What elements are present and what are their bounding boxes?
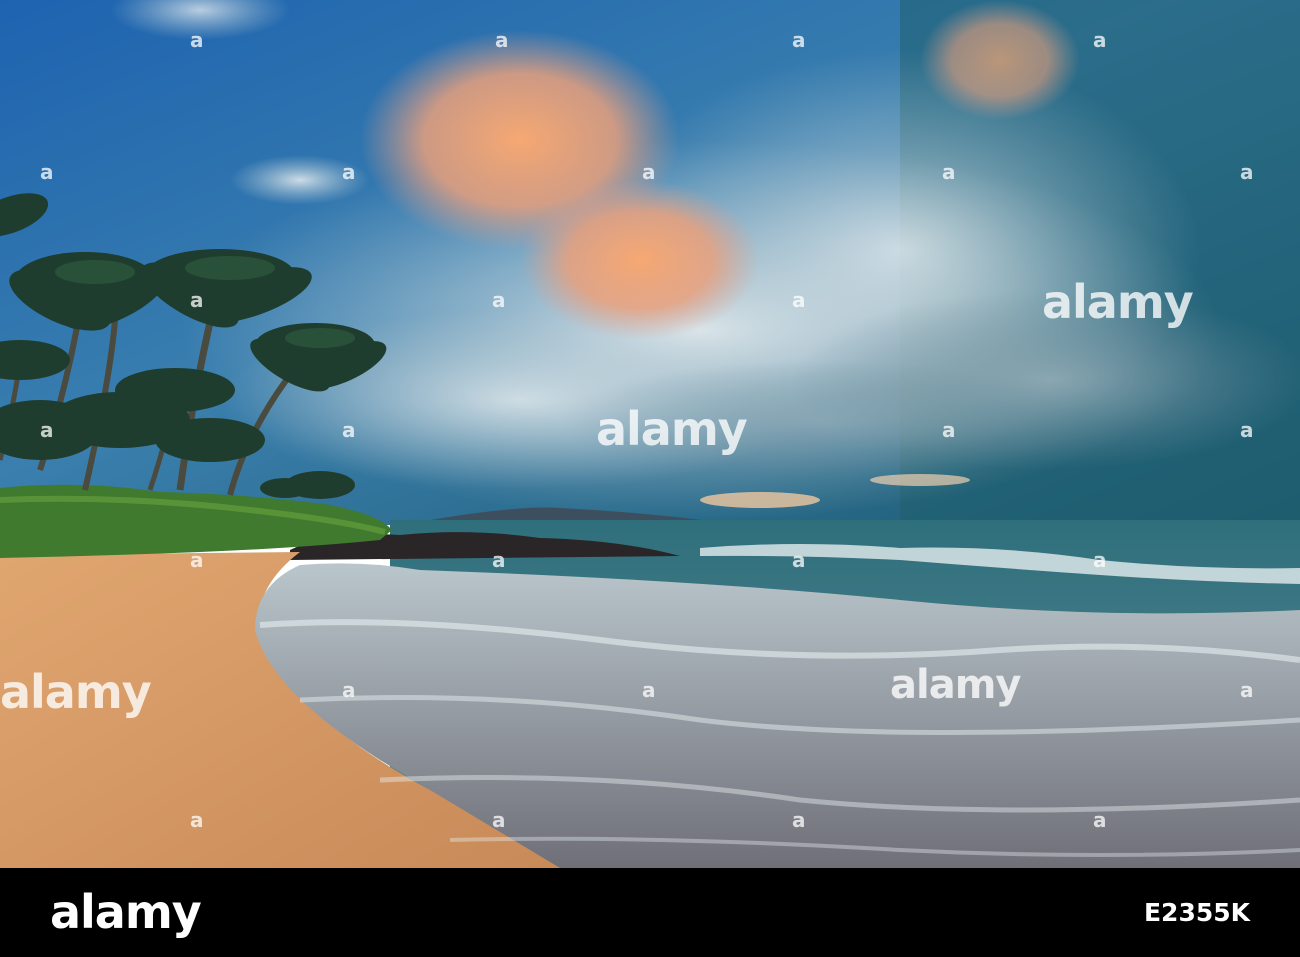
footer-bar: alamy E2355K: [0, 868, 1300, 957]
beach-sunset-photo: alamy alamy alamy alamy a a a a a a a a …: [0, 0, 1300, 868]
stock-photo-page: alamy alamy alamy alamy a a a a a a a a …: [0, 0, 1300, 957]
image-id-label: E2355K: [1143, 898, 1250, 927]
alamy-logo: alamy: [50, 885, 202, 939]
beach-scene: [0, 0, 1300, 868]
